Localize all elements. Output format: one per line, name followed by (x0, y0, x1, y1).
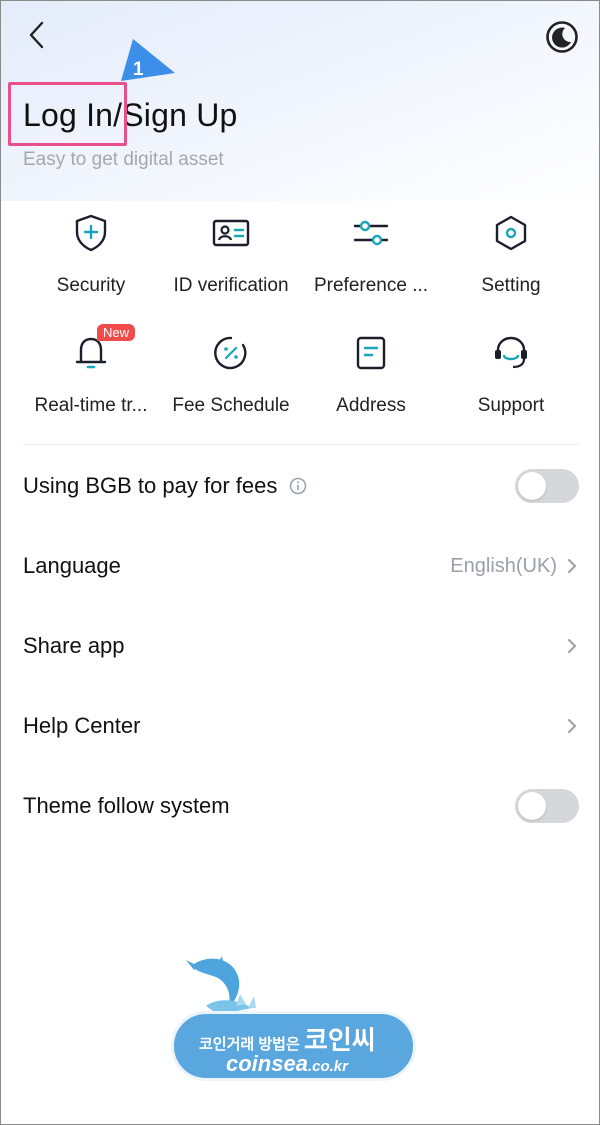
headset-icon (495, 336, 527, 369)
bgb-fee-label: Using BGB to pay for fees (23, 473, 278, 498)
bgb-fee-row: Using BGB to pay for fees (23, 461, 579, 511)
shortcut-label: Setting (481, 275, 541, 296)
profile-screen: Log In/Sign Up Easy to get digital asset… (0, 0, 600, 1125)
callout-number: 1 (133, 59, 144, 80)
shortcut-fee-schedule[interactable]: Fee Schedule (161, 333, 301, 433)
chevron-right-icon (565, 716, 579, 736)
bgb-fee-toggle[interactable] (515, 469, 579, 503)
shield-plus-icon (75, 214, 107, 252)
chevron-right-icon (565, 556, 579, 576)
section-divider (23, 444, 579, 445)
tutorial-callout: 1 (111, 37, 183, 97)
moon-icon (546, 21, 578, 53)
help-center-label: Help Center (23, 713, 141, 738)
shortcut-label: ID verification (173, 275, 289, 296)
toggle-knob (518, 472, 546, 500)
new-badge: New (97, 324, 136, 341)
share-app-label: Share app (23, 633, 125, 658)
dark-mode-toggle-button[interactable] (544, 19, 580, 55)
coinsea-watermark: 코인거래 방법은 코인씨 coinsea.co.kr (171, 946, 421, 1091)
hexagon-gear-icon (495, 215, 527, 251)
shortcut-label: Fee Schedule (172, 395, 290, 416)
theme-follow-row: Theme follow system (23, 781, 579, 831)
shortcut-label: Real-time tr... (34, 395, 148, 416)
shortcut-support[interactable]: Support (441, 333, 581, 433)
tutorial-highlight-box (8, 82, 127, 146)
percent-icon (214, 336, 247, 370)
theme-follow-toggle[interactable] (515, 789, 579, 823)
page-subtitle: Easy to get digital asset (23, 149, 224, 170)
document-icon (356, 336, 386, 370)
shortcut-real-time-trading[interactable]: Real-time tr... (21, 333, 161, 433)
shortcut-preference[interactable]: Preference ... (301, 213, 441, 313)
share-app-row[interactable]: Share app (23, 621, 579, 671)
language-label: Language (23, 553, 121, 578)
watermark-brand: coinsea (226, 1051, 308, 1076)
watermark-domain: .co.kr (307, 1058, 348, 1075)
watermark-url: coinsea.co.kr (226, 1051, 348, 1077)
chevron-left-icon (29, 21, 44, 49)
shortcut-setting[interactable]: Setting (441, 213, 581, 313)
shortcut-address[interactable]: Address (301, 333, 441, 433)
shortcut-id-verification[interactable]: ID verification (161, 213, 301, 313)
sliders-icon (353, 220, 389, 246)
shortcut-label: Address (336, 395, 406, 416)
shortcut-security[interactable]: Security (21, 213, 161, 313)
id-card-icon (212, 219, 250, 247)
back-button[interactable] (21, 19, 53, 51)
language-value: English(UK) (450, 554, 557, 577)
language-row[interactable]: Language English(UK) (23, 541, 579, 591)
theme-follow-label: Theme follow system (23, 793, 230, 818)
toggle-knob (518, 792, 546, 820)
shortcut-label: Security (56, 275, 126, 296)
info-icon[interactable] (289, 477, 307, 495)
shortcut-label: Support (477, 395, 545, 416)
chevron-right-icon (565, 636, 579, 656)
help-center-row[interactable]: Help Center (23, 701, 579, 751)
shortcut-label: Preference ... (313, 275, 429, 296)
